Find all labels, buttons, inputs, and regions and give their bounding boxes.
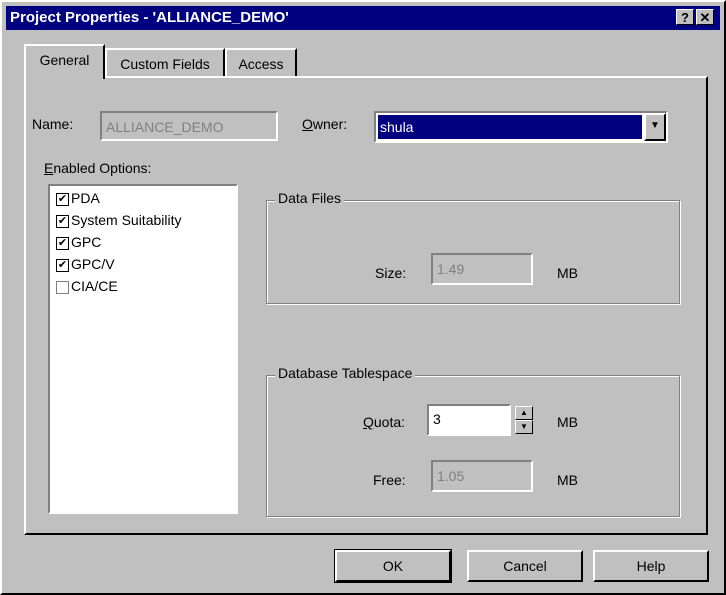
- option-system-suitability[interactable]: ✔ System Suitability: [56, 212, 181, 228]
- name-label: Name:: [32, 116, 74, 132]
- quota-unit: MB: [557, 414, 578, 430]
- size-value: 1.49: [437, 261, 465, 277]
- option-gpc[interactable]: ✔ GPC: [56, 234, 101, 250]
- free-unit: MB: [557, 472, 578, 488]
- size-unit: MB: [557, 265, 578, 281]
- option-label: System Suitability: [71, 212, 182, 228]
- owner-value: shula: [378, 115, 642, 139]
- data-files-title: Data Files: [275, 190, 345, 206]
- title-bar[interactable]: Project Properties - 'ALLIANCE_DEMO' ? ✕: [6, 6, 720, 30]
- checkbox-checked-icon[interactable]: ✔: [56, 258, 69, 272]
- tab-general[interactable]: General: [24, 44, 105, 79]
- spin-up-icon[interactable]: ▲: [515, 406, 533, 420]
- spin-down-icon[interactable]: ▼: [515, 420, 533, 434]
- general-tab-panel: Name: ALLIANCE_DEMO Owner: shula ▼ Enabl…: [24, 76, 708, 535]
- size-label: Size:: [375, 265, 407, 281]
- tab-general-label: General: [39, 52, 90, 68]
- help-icon[interactable]: ?: [676, 9, 694, 25]
- close-icon[interactable]: ✕: [696, 9, 714, 25]
- option-cia-ce[interactable]: CIA/CE: [56, 278, 118, 294]
- project-properties-dialog: Project Properties - 'ALLIANCE_DEMO' ? ✕…: [0, 0, 726, 595]
- tablespace-title: Database Tablespace: [275, 365, 416, 381]
- data-files-group: Data Files Size: 1.49 MB: [266, 190, 680, 304]
- option-label: GPC/V: [71, 256, 115, 272]
- checkbox-checked-icon[interactable]: ✔: [56, 192, 69, 206]
- cancel-button[interactable]: Cancel: [467, 550, 583, 582]
- quota-label: Quota:: [363, 414, 406, 430]
- option-label: PDA: [71, 190, 100, 206]
- tab-access-label: Access: [238, 56, 284, 72]
- help-button[interactable]: Help: [593, 550, 709, 582]
- name-field: ALLIANCE_DEMO: [100, 111, 278, 141]
- size-field: 1.49: [431, 253, 533, 285]
- chevron-down-icon[interactable]: ▼: [644, 113, 666, 141]
- checkbox-checked-icon[interactable]: ✔: [56, 214, 69, 228]
- ok-button[interactable]: OK: [334, 549, 452, 583]
- free-label: Free:: [373, 472, 406, 488]
- owner-select[interactable]: shula ▼: [374, 111, 668, 143]
- window-title: Project Properties - 'ALLIANCE_DEMO': [10, 9, 289, 26]
- enabled-options-label: Enabled Options:: [44, 160, 152, 176]
- free-field: 1.05: [431, 460, 533, 492]
- option-label: CIA/CE: [71, 278, 118, 294]
- quota-stepper[interactable]: ▲ ▼: [515, 406, 535, 434]
- enabled-options-list[interactable]: ✔ PDA ✔ System Suitability ✔ GPC ✔ GPC/V CIA…: [48, 184, 238, 514]
- tablespace-group: Database Tablespace Quota: 3 ▲ ▼ MB Free…: [266, 365, 680, 517]
- option-label: GPC: [71, 234, 102, 250]
- quota-value: 3: [433, 411, 441, 427]
- checkbox-checked-icon[interactable]: ✔: [56, 236, 69, 250]
- free-value: 1.05: [437, 468, 465, 484]
- name-value: ALLIANCE_DEMO: [106, 119, 224, 135]
- tab-custom-fields-label: Custom Fields: [120, 56, 210, 72]
- checkbox-unchecked-icon[interactable]: [56, 280, 69, 294]
- quota-input[interactable]: 3: [427, 404, 511, 436]
- option-gpc-v[interactable]: ✔ GPC/V: [56, 256, 115, 272]
- owner-label: Owner:: [302, 116, 348, 132]
- option-pda[interactable]: ✔ PDA: [56, 190, 100, 206]
